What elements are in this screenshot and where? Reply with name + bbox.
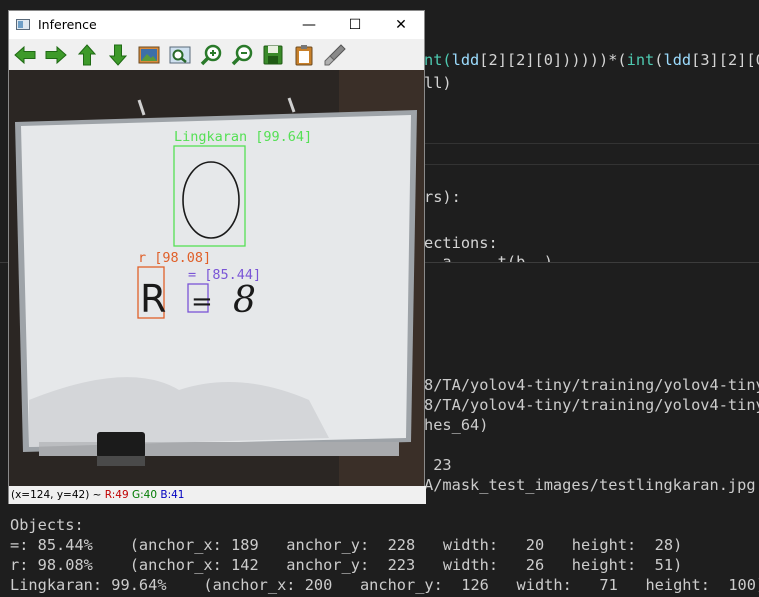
handwritten-equals: = [191, 287, 213, 317]
copy-icon[interactable] [292, 43, 316, 67]
app-window-icon [16, 19, 30, 30]
code-line-1: nt(ldd[2][2][0])))))*(int(ldd[3][2][0] [424, 51, 759, 69]
terminal-line: 23 [424, 456, 452, 474]
terminal-line: 8/TA/yolov4-tiny/training/yolov4-tiny [424, 396, 759, 414]
pixel-r: R:49 [104, 489, 129, 501]
zoom-fit-icon[interactable] [168, 43, 192, 67]
inference-image: R = 8 Lingkaran [99.64] r [98.08] = [85.… [9, 70, 424, 486]
objects-header: Objects: [10, 516, 84, 534]
inference-window[interactable]: Inference — ☐ ✕ R = 8 Lingkaran [99.64] … [8, 10, 426, 504]
terminal-line: 8/TA/yolov4-tiny/training/yolov4-tiny [424, 376, 759, 394]
pan-up-icon[interactable] [75, 43, 99, 67]
maximize-button[interactable]: ☐ [332, 11, 378, 39]
handwritten-r: R [140, 277, 166, 321]
divider [424, 143, 759, 144]
status-bar: (x=124, y=42) ~ R:49 G:40 B:41 [9, 486, 426, 504]
divider [424, 164, 759, 165]
object-line: Lingkaran: 99.64% (anchor_x: 200 anchor_… [10, 576, 759, 594]
terminal-line: A/mask_test_images/testlingkaran.jpg [424, 476, 756, 494]
terminal-line: hes_64) [424, 416, 489, 434]
close-button[interactable]: ✕ [378, 11, 424, 39]
zoom-in-icon[interactable] [199, 43, 223, 67]
image-canvas[interactable]: R = 8 Lingkaran [99.64] r [98.08] = [85.… [9, 70, 424, 486]
pixel-b: B:41 [160, 489, 185, 501]
pan-down-icon[interactable] [106, 43, 130, 67]
object-line: r: 98.08% (anchor_x: 142 anchor_y: 223 w… [10, 556, 683, 574]
object-line: =: 85.44% (anchor_x: 189 anchor_y: 228 w… [10, 536, 683, 554]
pan-left-icon[interactable] [13, 43, 37, 67]
minimize-button[interactable]: — [286, 11, 332, 39]
code-line-2: ll) [424, 74, 452, 92]
code-line-5: a . t(b ) [424, 253, 553, 262]
code-line-4: ections: [424, 234, 498, 252]
toolbar [9, 39, 424, 70]
window-title: Inference [38, 17, 97, 32]
cursor-coords: (x=124, y=42) ~ [11, 489, 105, 501]
detection-label-r: r [98.08] [138, 250, 211, 266]
pixel-g: G:40 [132, 489, 158, 501]
code-line-3: rs): [424, 188, 461, 206]
save-icon[interactable] [261, 43, 285, 67]
image-icon[interactable] [137, 43, 161, 67]
detection-label-eq: = [85.44] [188, 267, 261, 283]
properties-icon[interactable] [323, 43, 347, 67]
handwritten-eight: 8 [233, 280, 256, 321]
pan-right-icon[interactable] [44, 43, 68, 67]
title-bar[interactable]: Inference — ☐ ✕ [9, 11, 424, 39]
zoom-out-icon[interactable] [230, 43, 254, 67]
detection-label-lingkaran: Lingkaran [99.64] [174, 129, 312, 145]
